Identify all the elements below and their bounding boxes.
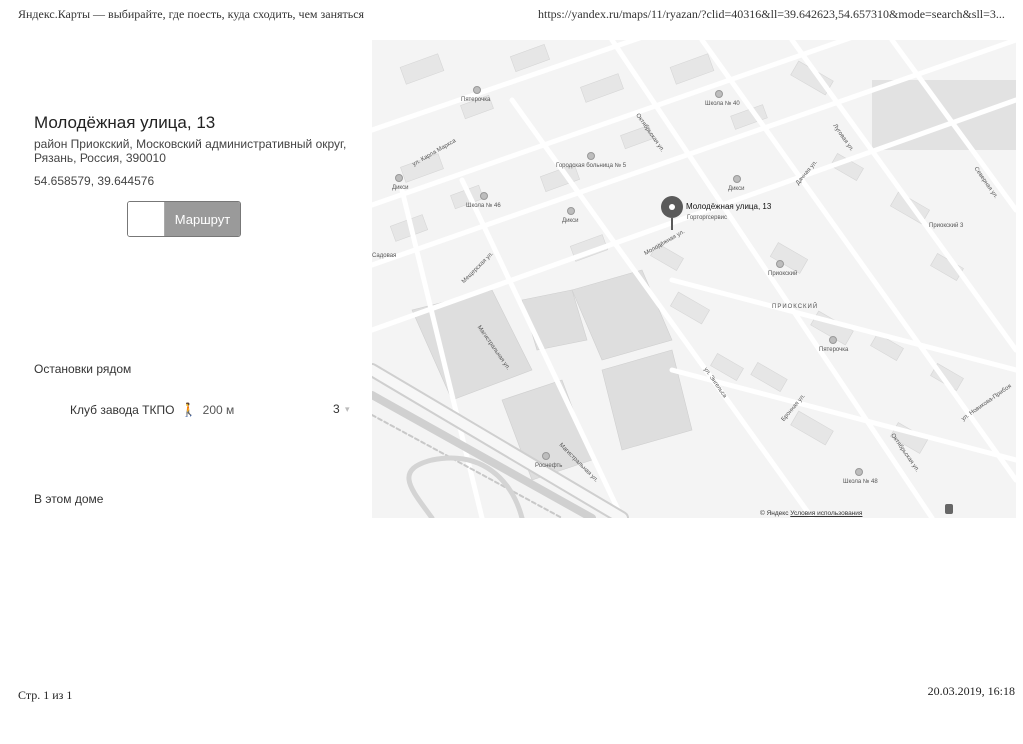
- route-button[interactable]: Маршрут: [127, 201, 241, 237]
- map-label-rosneft: Роснефть: [535, 463, 563, 469]
- map-label-school-46: Школа № 46: [466, 203, 501, 209]
- map-label-school-48: Школа № 48: [843, 479, 878, 485]
- place-card-panel: Молодёжная улица, 13 район Приокский, Мо…: [0, 0, 370, 744]
- place-title: Молодёжная улица, 13: [34, 113, 216, 132]
- map-label-hospital: Городская больница № 5: [556, 163, 627, 169]
- map-label-gortorgservis: Горторгсервис: [687, 215, 728, 221]
- terms-of-use-link[interactable]: Условия использования: [790, 510, 862, 517]
- map-label-pyaterochka: Пятерочка: [461, 97, 491, 103]
- chevron-down-icon[interactable]: ▾: [345, 404, 350, 415]
- poi-diksi-icon[interactable]: [733, 175, 741, 183]
- print-footer-datetime: 20.03.2019, 16:18: [927, 684, 1015, 698]
- map-label-priokskiy-3: Приокский 3: [929, 223, 964, 229]
- print-footer-page: Стр. 1 из 1: [18, 688, 73, 702]
- map-label-school-40: Школа № 40: [705, 101, 740, 107]
- map-label-diksi: Дикси: [392, 185, 409, 191]
- map-label-diksi: Дикси: [562, 218, 579, 224]
- poi-school-48-icon[interactable]: [855, 468, 863, 476]
- map-lock-icon: [945, 504, 953, 514]
- stop-item[interactable]: Клуб завода ТКПО 🚶 200 м: [70, 402, 234, 418]
- route-button-left-segment[interactable]: [128, 202, 165, 236]
- poi-diksi-icon[interactable]: [567, 207, 575, 215]
- stop-distance: 200 м: [202, 403, 235, 417]
- route-button-label[interactable]: Маршрут: [165, 202, 240, 236]
- poi-priokskiy-icon[interactable]: [776, 260, 784, 268]
- poi-pyaterochka-icon[interactable]: [829, 336, 837, 344]
- map-label-priokskiy-poi: Приокский: [768, 271, 798, 277]
- map-copyright: © Яндекс Условия использования: [760, 510, 862, 517]
- map-label-pyaterochka: Пятерочка: [819, 347, 849, 353]
- nearby-stops-title: Остановки рядом: [34, 362, 132, 376]
- place-address-line-1: район Приокский, Московский администрати…: [34, 137, 347, 151]
- map-label-sadovaya: Садовая: [372, 253, 397, 259]
- map-view[interactable]: Пятерочка Школа № 40 Городская больница …: [372, 40, 1016, 518]
- poi-school-46-icon[interactable]: [480, 192, 488, 200]
- place-address-line-2: Рязань, Россия, 390010: [34, 151, 166, 165]
- poi-diksi-icon[interactable]: [395, 174, 403, 182]
- poi-school-40-icon[interactable]: [715, 90, 723, 98]
- walking-person-icon: 🚶: [180, 402, 197, 417]
- poi-pyaterochka-icon[interactable]: [473, 86, 481, 94]
- yandex-copyright: © Яндекс: [760, 510, 789, 517]
- in-this-building-title: В этом доме: [34, 492, 104, 506]
- map-label-priokskiy-district: ПРИОКСКИЙ: [772, 304, 819, 310]
- stop-name[interactable]: Клуб завода ТКПО: [70, 403, 174, 417]
- poi-rosneft-icon[interactable]: [542, 452, 550, 460]
- poi-hospital-icon[interactable]: [587, 152, 595, 160]
- stop-routes-count[interactable]: 3: [333, 402, 340, 416]
- place-coordinates[interactable]: 54.658579, 39.644576: [34, 174, 154, 188]
- map-label-diksi: Дикси: [728, 186, 745, 192]
- map-pin-label[interactable]: Молодёжная улица, 13: [686, 202, 771, 211]
- print-header-url[interactable]: https://yandex.ru/maps/11/ryazan/?clid=4…: [538, 7, 1005, 22]
